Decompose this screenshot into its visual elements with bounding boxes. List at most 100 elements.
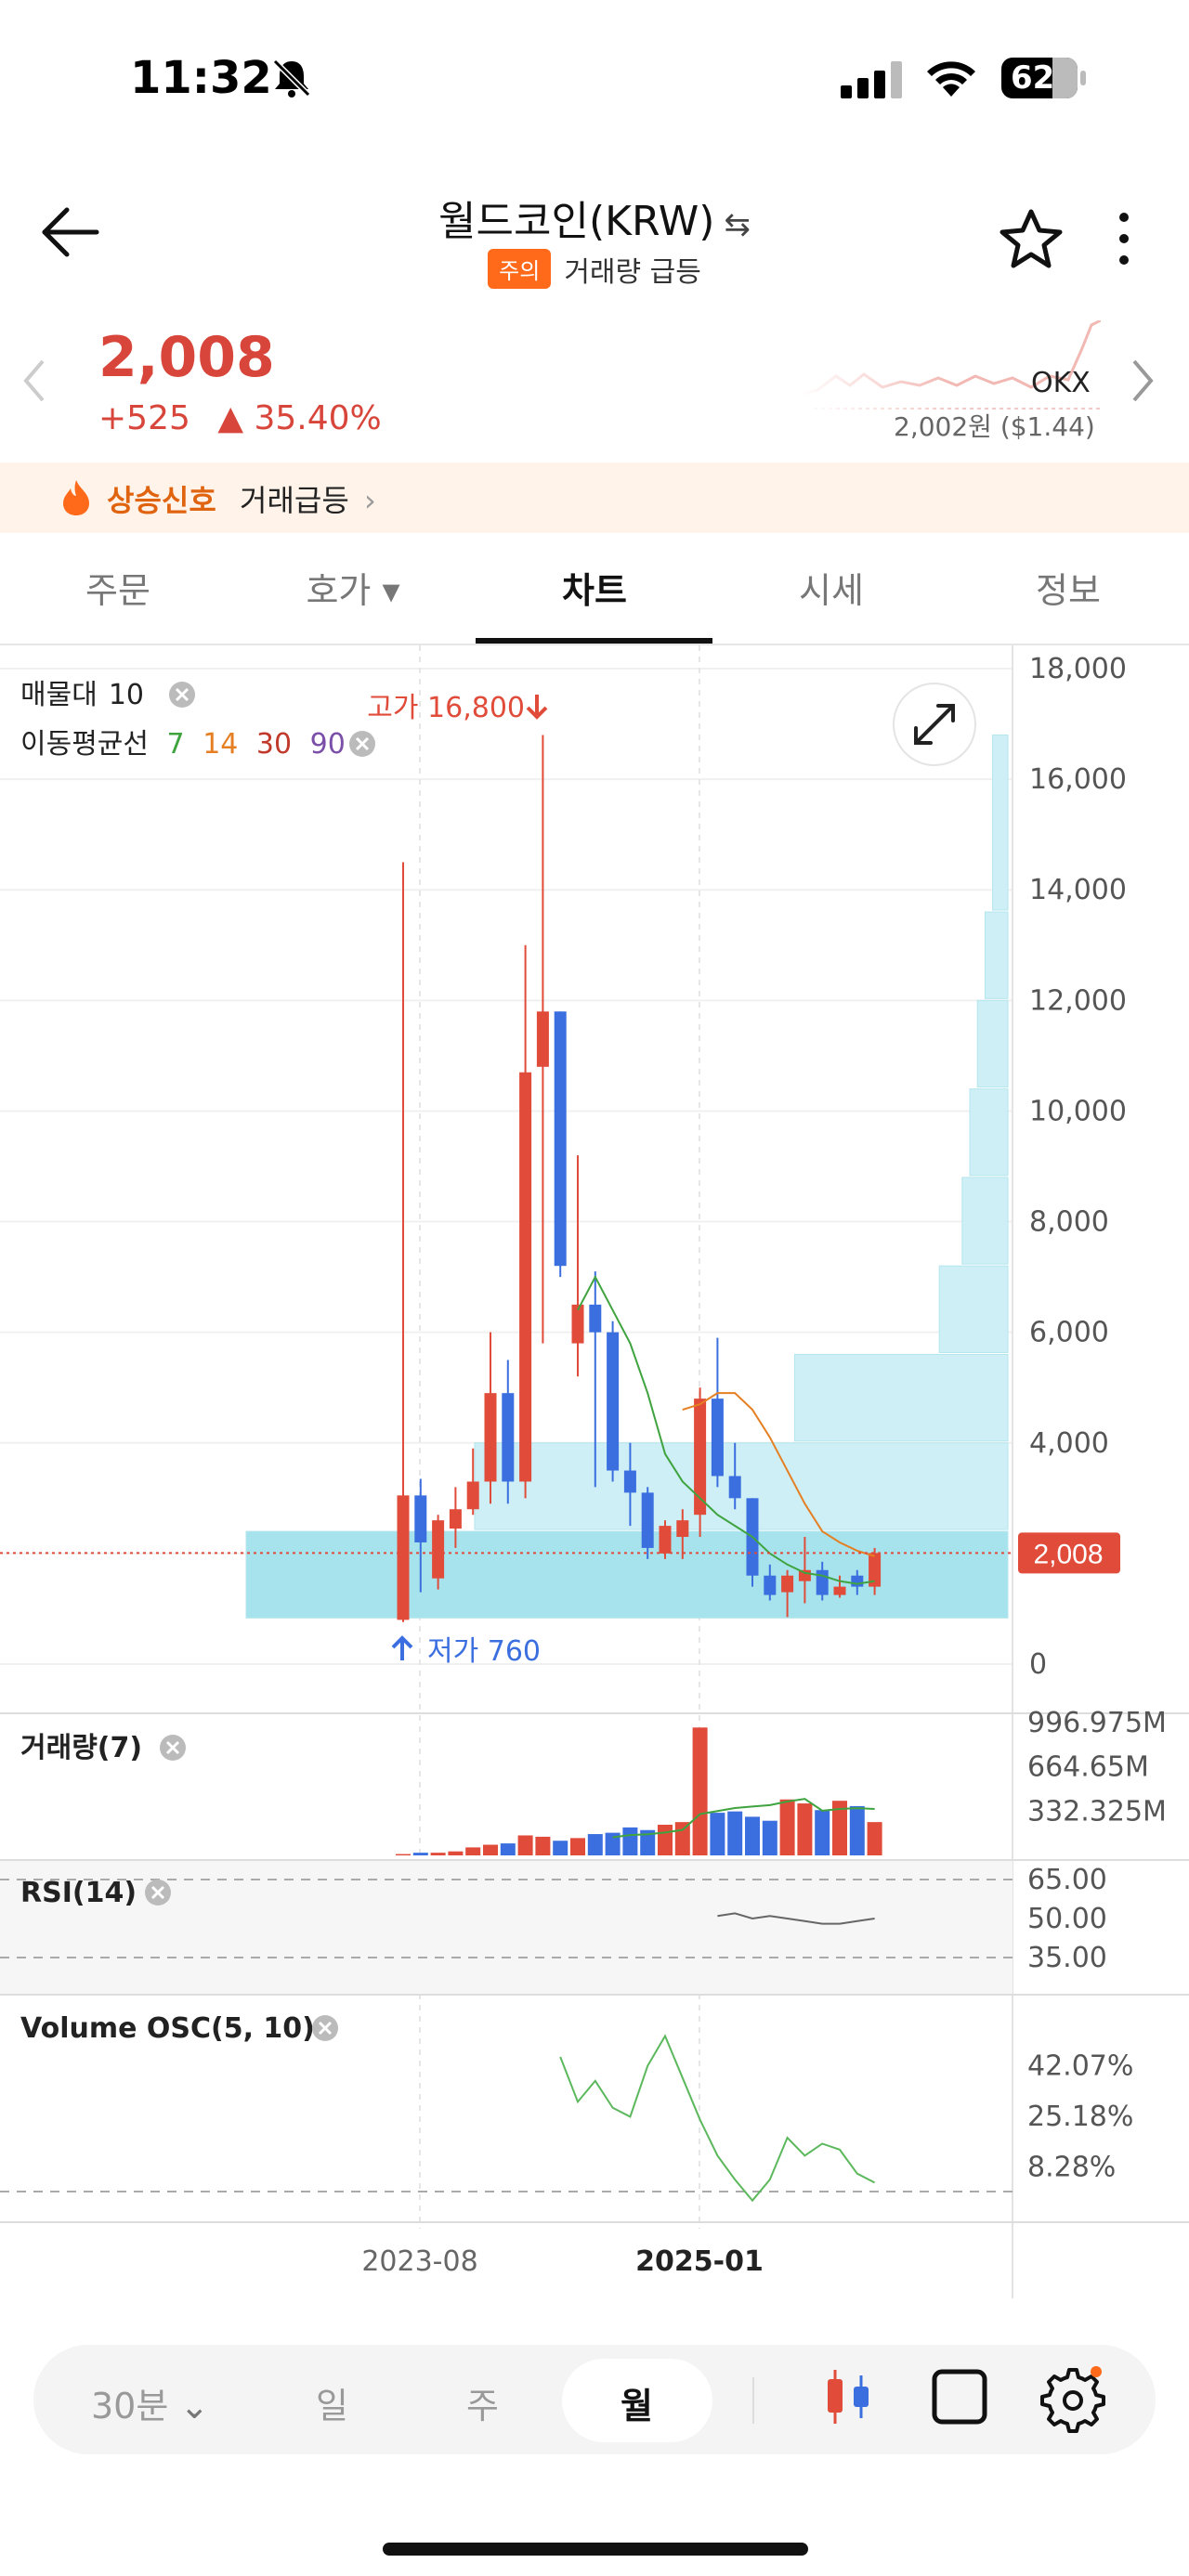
volume-bar (674, 1822, 690, 1855)
candle-body (676, 1520, 689, 1538)
candle-body (816, 1569, 829, 1595)
next-coin-button[interactable] (1129, 358, 1166, 413)
candle-body (466, 1481, 479, 1510)
candle-body (589, 1304, 602, 1333)
candle-body (781, 1575, 794, 1593)
chevron-right-icon (1132, 359, 1154, 402)
close-icon[interactable] (145, 1880, 171, 1906)
price-axis-label: 14,000 (1029, 874, 1127, 906)
cell-signal-icon (841, 61, 906, 102)
candle-body (397, 1495, 410, 1620)
tab-info[interactable]: 정보 (975, 562, 1161, 613)
volume-bar (500, 1843, 516, 1855)
close-icon[interactable] (160, 1735, 186, 1761)
candle-body (641, 1492, 654, 1548)
chevron-down-icon: ⌄ (179, 2386, 210, 2426)
price-axis-label: 10,000 (1029, 1095, 1127, 1127)
volume-osc-line (559, 2034, 876, 2203)
rsi-panel-bg (0, 1861, 1013, 1994)
candle-body (571, 1304, 584, 1344)
candle-type-button[interactable] (822, 2366, 874, 2431)
volume-axis-label: 664.65M (1027, 1751, 1149, 1784)
layout-button[interactable] (931, 2368, 988, 2429)
tab-chart[interactable]: 차트 (502, 562, 687, 613)
volume-bar (622, 1827, 638, 1855)
osc-axis-label: 42.07% (1027, 2049, 1133, 2082)
swap-icon[interactable]: ⇆ (724, 206, 751, 243)
volume-bar (517, 1835, 533, 1855)
volume-bar (448, 1851, 464, 1855)
period-week-button[interactable]: 주 (466, 2377, 499, 2428)
ma-legend-7: 7 (167, 728, 185, 761)
current-price: 2,008 (98, 325, 275, 390)
osc-axis-label: 8.28% (1027, 2151, 1116, 2183)
tab-market-price[interactable]: 시세 (738, 562, 924, 613)
interval-label: 30분 (91, 2386, 169, 2426)
volume-bar (587, 1834, 603, 1855)
period-day-button[interactable]: 일 (316, 2377, 348, 2428)
battery-level: 62 (1011, 59, 1055, 97)
volume-bar (815, 1810, 830, 1855)
ma-legend-label: 이동평균선 (20, 728, 149, 761)
rsi-panel-title: RSI(14) (20, 1877, 137, 1909)
price-change: +525 ▲ 35.40% (98, 399, 382, 437)
volume-bar (710, 1813, 725, 1855)
volume-bar (396, 1854, 411, 1855)
volume-bar (692, 1727, 708, 1855)
price-axis: 18,000 16,000 14,000 12,000 10,000 8,000 6,000… (1029, 653, 1127, 1681)
toolbar-divider (752, 2377, 754, 2424)
home-indicator (383, 2543, 808, 2556)
price-axis-label: 8,000 (1029, 1206, 1109, 1239)
signal-value[interactable]: 거래급등 › (240, 477, 376, 520)
period-month-button[interactable]: 월 (621, 2377, 653, 2428)
tab-order[interactable]: 주문 (25, 562, 211, 613)
close-icon[interactable] (349, 731, 375, 757)
volume-profile-bar (938, 1265, 1009, 1353)
candle-body (711, 1399, 724, 1477)
volume-profile-bar (976, 999, 1009, 1088)
price-chart[interactable]: 18,000 16,000 14,000 12,000 10,000 8,000 6,000… (0, 645, 1189, 2298)
volume-profile-bar (245, 1530, 1009, 1619)
volume-bar (762, 1820, 777, 1855)
ma-legend-30: 30 (256, 728, 292, 761)
volume-panel-title: 거래량(7) (20, 1732, 142, 1764)
volume-profile-bar (961, 1177, 1009, 1265)
rsi-axis-label: 50.00 (1027, 1903, 1107, 1935)
volume-axis: 996.975M 664.65M 332.325M (1027, 1707, 1167, 1828)
volume-bars (396, 1727, 882, 1855)
high-price-label: 고가 16,800 (367, 692, 525, 724)
candle-body (519, 1072, 532, 1482)
signal-label: 상승신호 (107, 483, 216, 518)
close-icon[interactable] (312, 2015, 338, 2041)
volume-profile-legend-label: 매물대 (20, 679, 98, 711)
volume-profile-bar (984, 911, 1009, 999)
candle-body (449, 1509, 462, 1529)
close-icon[interactable] (169, 682, 195, 708)
more-vertical-icon (1119, 213, 1129, 265)
volume-profile-bar (992, 734, 1009, 911)
volume-bar (483, 1844, 498, 1855)
more-button[interactable] (1115, 206, 1152, 280)
favorite-button[interactable] (999, 206, 1073, 280)
tab-orderbook[interactable]: 호가 ▾ (260, 562, 446, 613)
volume-bar (727, 1811, 743, 1855)
interval-dropdown[interactable]: 30분 ⌄ (91, 2377, 209, 2428)
fire-icon (59, 478, 93, 521)
rsi-axis-label: 65.00 (1027, 1864, 1107, 1896)
rsi-axis-label: 35.00 (1027, 1942, 1107, 1974)
osc-axis-label: 25.18% (1027, 2101, 1133, 2133)
coin-title: 월드코인(KRW) (438, 198, 715, 245)
candle-body (484, 1393, 497, 1482)
osc-panel-title: Volume OSC(5, 10) (20, 2012, 315, 2045)
prev-coin-button[interactable] (20, 358, 58, 413)
volume-bar (570, 1838, 585, 1855)
candle-body (764, 1575, 777, 1595)
battery-icon: 62 (1001, 58, 1087, 98)
x-axis-label-2023-08: 2023-08 (361, 2245, 477, 2278)
expand-chart-button[interactable] (893, 683, 976, 766)
exchange-price: 2,002원 ($1.44) (894, 411, 1095, 442)
bell-muted-icon (269, 58, 314, 102)
volume-bar (849, 1805, 865, 1855)
chart-settings-button[interactable] (1039, 2364, 1107, 2437)
candle-body (554, 1011, 567, 1267)
